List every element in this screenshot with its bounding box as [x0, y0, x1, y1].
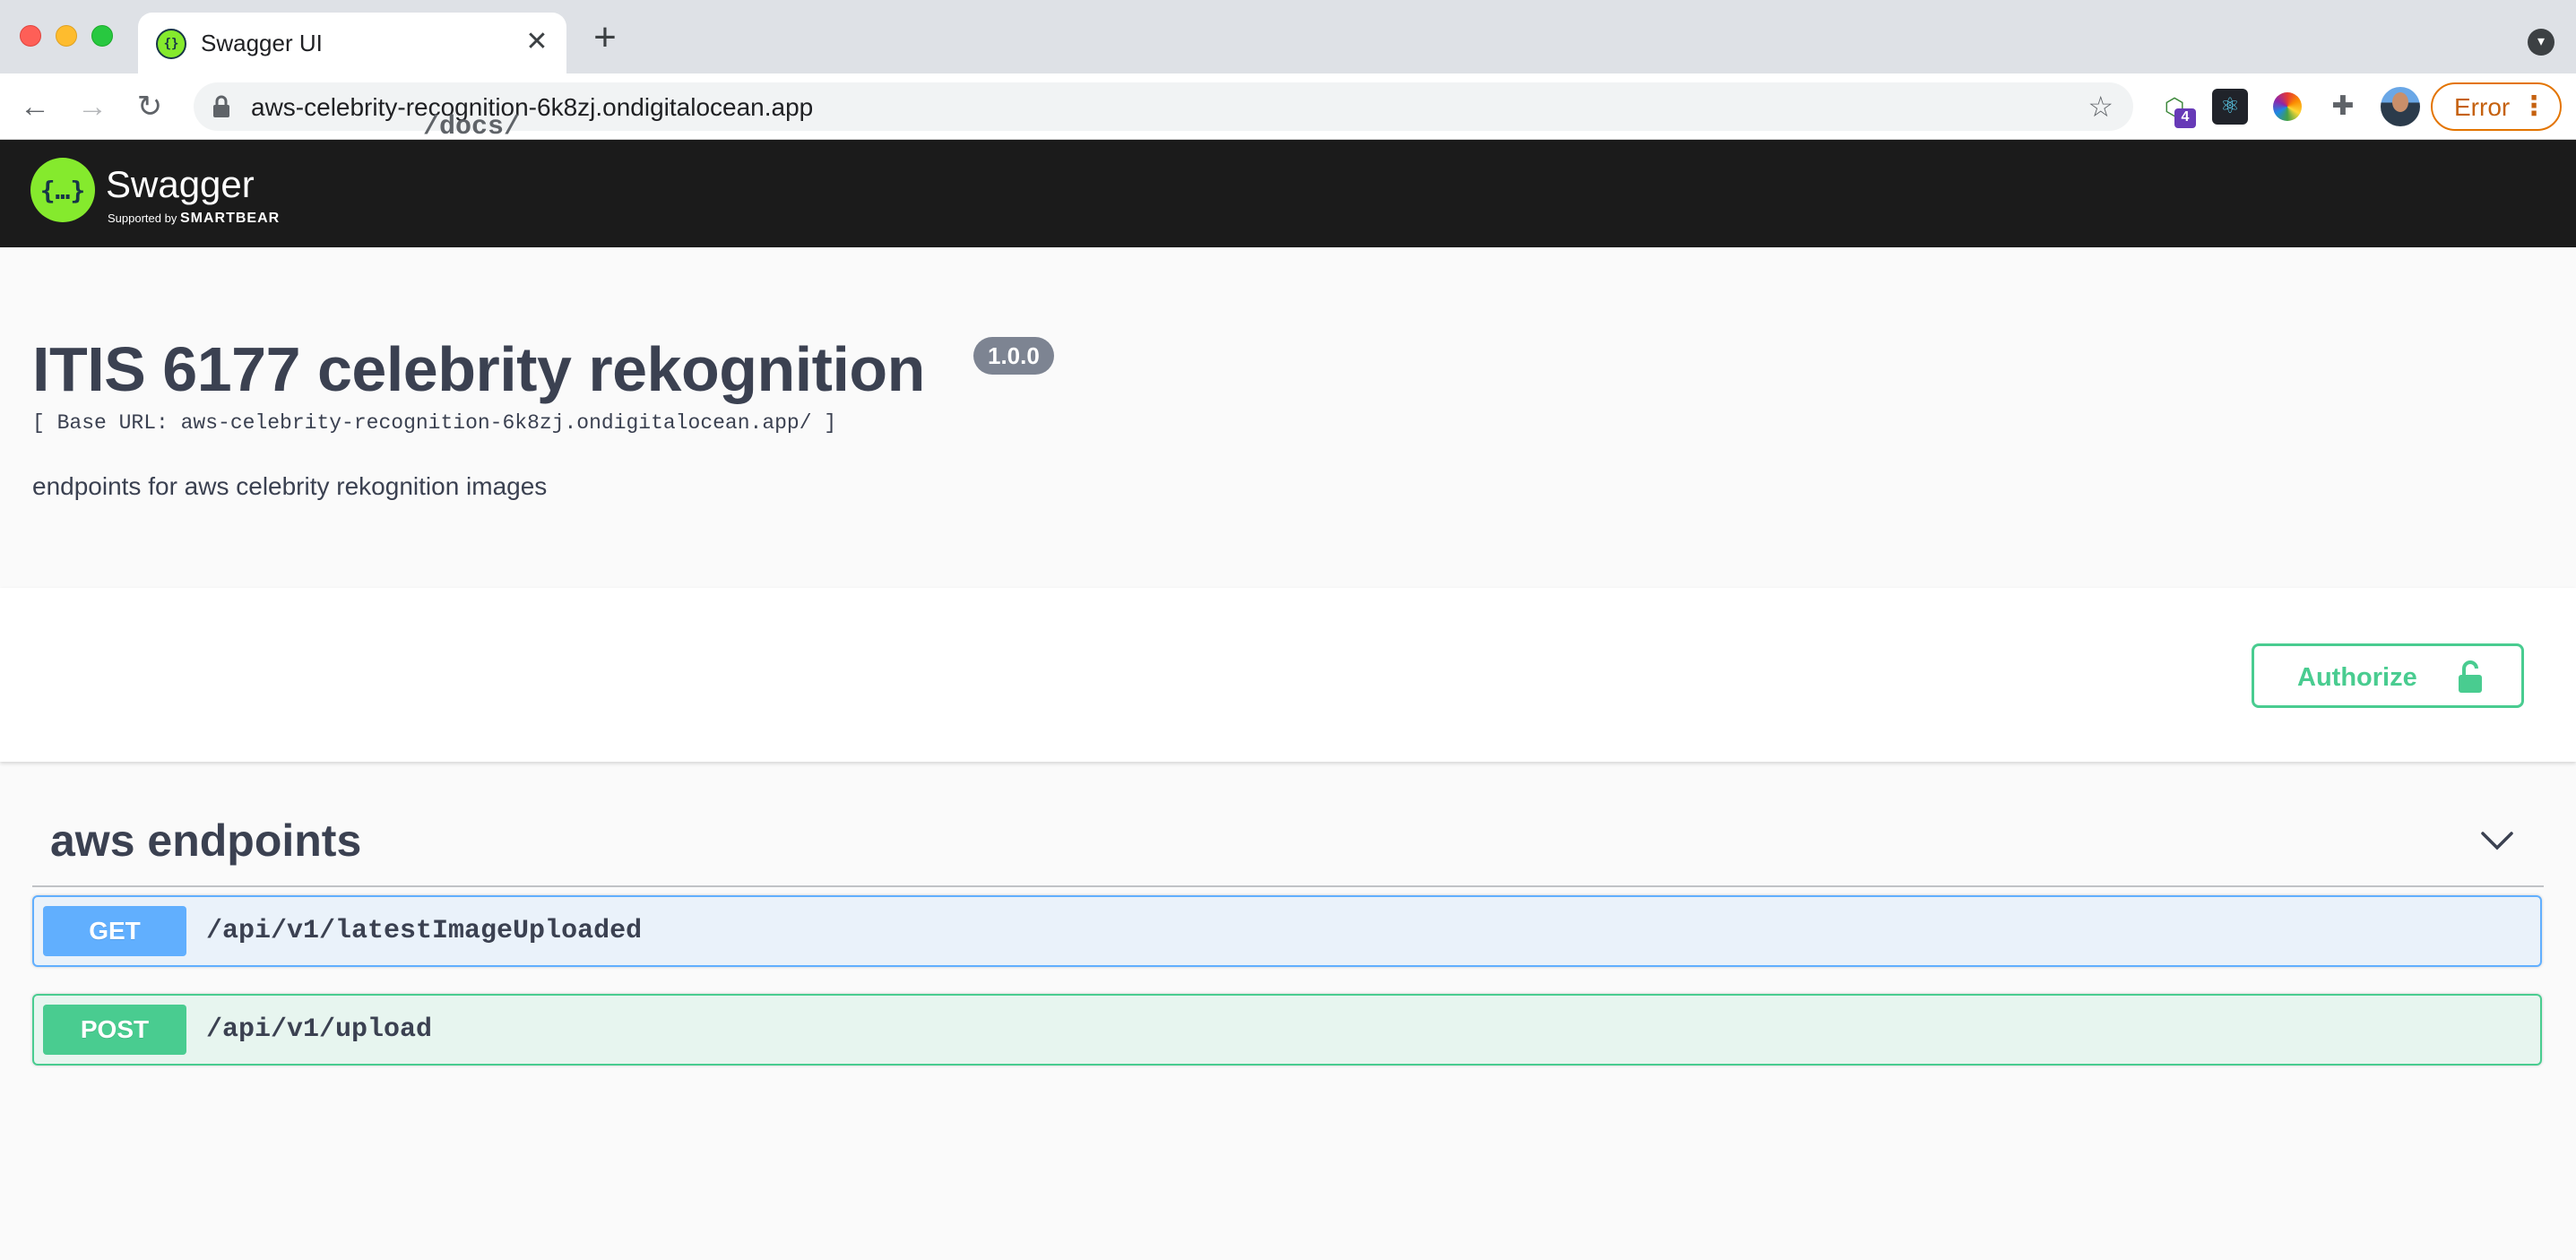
page-title: ITIS 6177 celebrity rekognition [32, 334, 925, 404]
base-url: [ Base URL: aws-celebrity-recognition-6k… [32, 411, 837, 435]
new-tab-button[interactable]: + [584, 18, 626, 59]
swagger-topbar: {…} Swagger Supported by SMARTBEAR [0, 140, 2576, 247]
url-host: aws-celebrity-recognition-6k8zj.ondigita… [251, 93, 814, 121]
star-icon[interactable]: ☆ [2088, 91, 2114, 123]
tag-title: aws endpoints [50, 816, 362, 866]
url-text: aws-celebrity-recognition-6k8zj.ondigita… [251, 93, 814, 142]
browser-toolbar: ← → ↻ aws-celebrity-recognition-6k8zj.on… [0, 73, 2576, 142]
tag-header[interactable]: aws endpoints [32, 798, 2544, 887]
tab-title: Swagger UI [201, 30, 323, 56]
tab-close-icon[interactable]: ✕ [520, 25, 554, 59]
method-badge-get: GET [43, 906, 186, 956]
react-devtools-icon[interactable]: ⚛ [2212, 89, 2248, 125]
kebab-icon: ⋮ [2520, 91, 2547, 121]
api-info: ITIS 6177 celebrity rekognition 1.0.0 [ … [0, 247, 2576, 588]
address-bar[interactable]: aws-celebrity-recognition-6k8zj.ondigita… [194, 82, 2133, 142]
chevron-down-icon[interactable] [2477, 824, 2517, 855]
browser-tab[interactable]: {} Swagger UI ✕ [138, 13, 566, 73]
swagger-name: Swagger [106, 163, 255, 205]
error-button[interactable]: Error ⋮ [2431, 82, 2562, 131]
minimize-window-button[interactable] [56, 25, 77, 47]
version-badge: 1.0.0 [973, 337, 1054, 375]
close-window-button[interactable] [20, 25, 41, 47]
supported-by: Supported by SMARTBEAR [108, 211, 280, 226]
api-description: endpoints for aws celebrity rekognition … [32, 472, 548, 500]
color-picker-icon[interactable] [2269, 89, 2305, 125]
scheme-container: Authorize [0, 588, 2576, 762]
lock-icon[interactable] [212, 95, 235, 118]
maximize-window-button[interactable] [91, 25, 113, 47]
smartbear-brand: SMARTBEAR [179, 211, 281, 226]
avatar[interactable] [2381, 87, 2420, 126]
extension-badge: 4 [2174, 108, 2196, 128]
back-icon[interactable]: ← [13, 84, 57, 129]
operation-get-latest-image[interactable]: GET /api/v1/latestImageUploaded [32, 895, 2542, 967]
swagger-logo-icon[interactable]: {…} [30, 158, 95, 222]
supported-by-text: Supported by [108, 211, 177, 225]
forward-icon[interactable]: → [70, 84, 115, 129]
operation-post-upload[interactable]: POST /api/v1/upload [32, 994, 2542, 1066]
error-label: Error [2454, 93, 2511, 121]
swagger-favicon-icon: {} [156, 29, 186, 59]
operation-path: /api/v1/latestImageUploaded [206, 916, 643, 946]
puzzle-icon[interactable]: ✚ [2325, 89, 2361, 125]
reload-icon[interactable]: ↻ [127, 84, 172, 129]
browser-tabstrip: {} Swagger UI ✕ + ▾ [0, 0, 2576, 73]
node-extension-icon[interactable]: ⬡ 4 [2157, 89, 2196, 128]
authorize-label: Authorize [2297, 663, 2417, 692]
authorize-button[interactable]: Authorize [2252, 643, 2524, 708]
unlock-icon [2459, 660, 2482, 693]
tab-search-icon[interactable]: ▾ [2528, 29, 2554, 56]
url-path: /docs/ [423, 112, 521, 142]
operation-path: /api/v1/upload [206, 1014, 433, 1045]
method-badge-post: POST [43, 1005, 186, 1055]
